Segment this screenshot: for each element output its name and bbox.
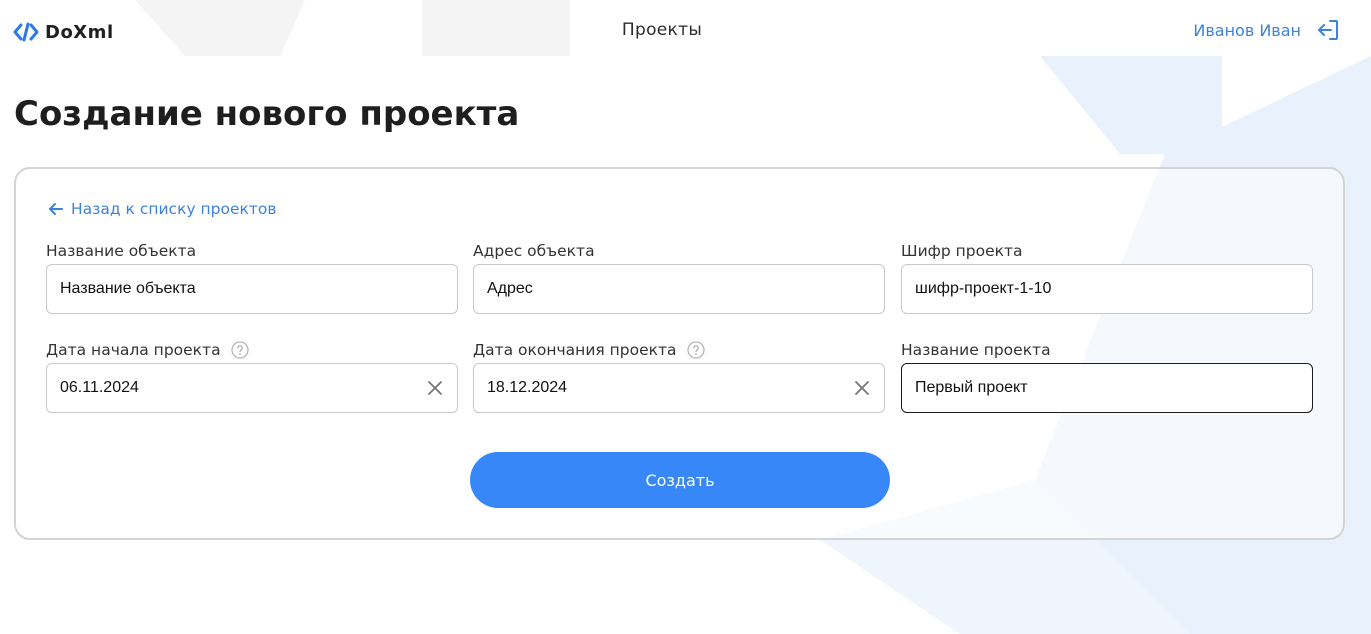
field-label-text: Дата начала проекта <box>46 341 221 359</box>
nav-title-projects[interactable]: Проекты <box>0 20 1324 40</box>
field-object-address: Адрес объекта Адрес <box>473 241 885 314</box>
object-address-input[interactable]: Адрес <box>473 264 885 314</box>
back-link-label: Назад к списку проектов <box>71 200 277 218</box>
field-label: Название проекта <box>901 340 1313 360</box>
field-label: Дата окончания проекта <box>473 340 885 360</box>
field-object-name: Название объекта Название объекта <box>46 241 458 314</box>
field-label-text: Дата окончания проекта <box>473 341 677 359</box>
create-button[interactable]: Создать <box>470 452 890 508</box>
user-name-link[interactable]: Иванов Иван <box>1193 21 1301 40</box>
top-header: DoXml Проекты Иванов Иван <box>0 0 1371 64</box>
field-project-name: Название проекта Первый проект <box>901 340 1313 413</box>
field-label-text: Название объекта <box>46 242 197 260</box>
end-date-input[interactable]: 18.12.2024 <box>473 363 885 413</box>
field-label-text: Название проекта <box>901 341 1051 359</box>
project-name-input[interactable]: Первый проект <box>901 363 1313 413</box>
input-value: 18.12.2024 <box>487 379 568 396</box>
project-form-card: Назад к списку проектов Название объекта… <box>14 167 1345 540</box>
help-circle-icon[interactable] <box>230 341 249 359</box>
input-value: 06.11.2024 <box>60 379 139 396</box>
input-value: Адрес <box>487 280 533 297</box>
clear-icon[interactable] <box>426 379 444 397</box>
arrow-left-icon <box>49 203 63 215</box>
help-circle-icon[interactable] <box>686 341 705 359</box>
input-value: шифр-проект-1-10 <box>915 280 1052 297</box>
input-value: Название объекта <box>60 280 196 297</box>
field-label: Название объекта <box>46 241 458 261</box>
field-start-date: Дата начала проекта 06.11.2024 <box>46 340 458 413</box>
logout-icon[interactable] <box>1316 18 1340 42</box>
field-label: Дата начала проекта <box>46 340 458 360</box>
object-name-input[interactable]: Название объекта <box>46 264 458 314</box>
back-to-projects-link[interactable]: Назад к списку проектов <box>48 200 277 218</box>
input-value: Первый проект <box>915 379 1028 396</box>
page-title: Создание нового проекта <box>14 94 520 134</box>
field-label: Шифр проекта <box>901 241 1313 261</box>
field-label-text: Шифр проекта <box>901 242 1023 260</box>
start-date-input[interactable]: 06.11.2024 <box>46 363 458 413</box>
field-end-date: Дата окончания проекта 18.12.2024 <box>473 340 885 413</box>
clear-icon[interactable] <box>853 379 871 397</box>
field-label-text: Адрес объекта <box>473 242 595 260</box>
field-project-code: Шифр проекта шифр-проект-1-10 <box>901 241 1313 314</box>
project-code-input[interactable]: шифр-проект-1-10 <box>901 264 1313 314</box>
page: DoXml Проекты Иванов Иван Создание новог… <box>0 0 1371 634</box>
field-label: Адрес объекта <box>473 241 885 261</box>
